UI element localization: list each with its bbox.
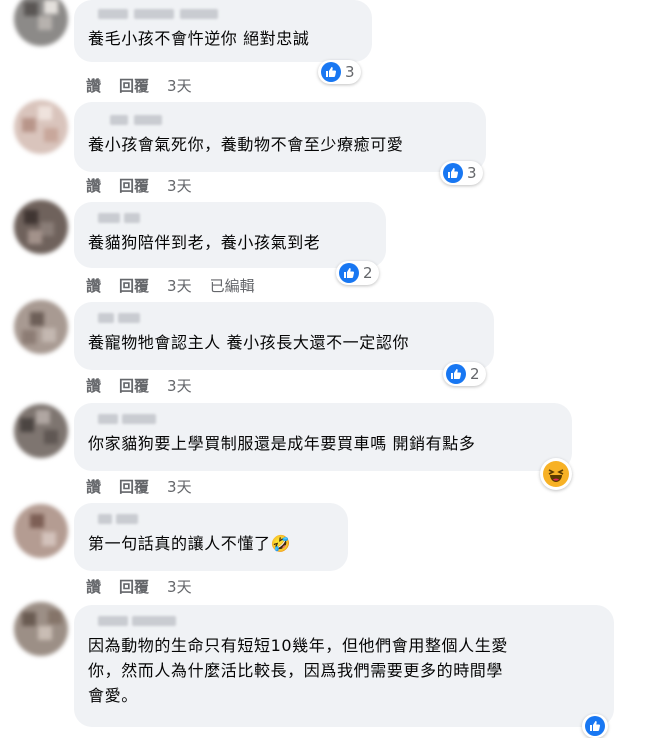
timestamp[interactable]: 3天: [167, 375, 192, 396]
avatar[interactable]: [14, 200, 68, 254]
timestamp[interactable]: 3天: [167, 576, 192, 597]
commenter-name[interactable]: [88, 112, 472, 128]
like-icon: [443, 163, 463, 183]
reaction-count[interactable]: [540, 458, 572, 490]
reply-button[interactable]: 回覆: [119, 576, 149, 597]
like-icon: [446, 364, 466, 384]
commenter-name[interactable]: [88, 210, 372, 226]
like-button[interactable]: 讚: [86, 75, 101, 96]
commenter-name[interactable]: [88, 6, 358, 22]
like-icon: [585, 716, 605, 736]
avatar[interactable]: [14, 300, 68, 354]
commenter-name[interactable]: [88, 310, 480, 326]
comment-text: 你家貓狗要上學買制服還是成年要買車嗎 開銷有點多: [88, 434, 476, 453]
avatar[interactable]: [14, 504, 68, 558]
comment-actions: 讚 回覆 3天: [86, 576, 210, 597]
comment-text: 因為動物的生命只有短短10幾年，但他們會用整個人生愛 你，然而人為什麼活比較長，…: [88, 636, 508, 705]
comment-actions: 讚 回覆 3天: [86, 175, 210, 196]
reaction-count[interactable]: [582, 714, 608, 738]
reaction-number: 3: [345, 63, 355, 81]
haha-icon: [543, 461, 569, 487]
reply-button[interactable]: 回覆: [119, 75, 149, 96]
reply-button[interactable]: 回覆: [119, 275, 149, 296]
timestamp[interactable]: 3天: [167, 75, 192, 96]
comment-actions: 讚 回覆 3天: [86, 476, 210, 497]
like-icon: [339, 263, 359, 283]
like-button[interactable]: 讚: [86, 275, 101, 296]
comment-text: 養寵物牠會認主人 養小孩長大還不一定認你: [88, 333, 410, 352]
like-button[interactable]: 讚: [86, 175, 101, 196]
edited-label[interactable]: 已編輯: [210, 275, 255, 296]
timestamp[interactable]: 3天: [167, 175, 192, 196]
comment-bubble: 養貓狗陪伴到老，養小孩氣到老: [74, 202, 386, 268]
comment-bubble: 養小孩會氣死你，養動物不會至少療癒可愛: [74, 102, 486, 172]
like-icon: [321, 62, 341, 82]
avatar[interactable]: [14, 100, 68, 154]
reaction-count[interactable]: 2: [443, 362, 486, 386]
comment-text: 養毛小孩不會忤逆你 絕對忠誠: [88, 29, 310, 48]
reaction-count[interactable]: 3: [318, 60, 361, 84]
avatar[interactable]: [14, 404, 68, 458]
reply-button[interactable]: 回覆: [119, 476, 149, 497]
avatar[interactable]: [14, 0, 68, 46]
comment-bubble: 因為動物的生命只有短短10幾年，但他們會用整個人生愛 你，然而人為什麼活比較長，…: [74, 605, 614, 727]
comment-text: 養小孩會氣死你，養動物不會至少療癒可愛: [88, 135, 404, 154]
like-button[interactable]: 讚: [86, 476, 101, 497]
commenter-name[interactable]: [88, 613, 600, 629]
comment-bubble: 你家貓狗要上學買制服還是成年要買車嗎 開銷有點多: [74, 403, 572, 471]
comment-actions: 讚 回覆 3天 已編輯: [86, 275, 273, 296]
commenter-name[interactable]: [88, 511, 334, 527]
timestamp[interactable]: 3天: [167, 275, 192, 296]
comment-text: 第一句話真的讓人不懂了🤣: [88, 534, 292, 553]
comment-actions: 讚 回覆 3天: [86, 375, 210, 396]
commenter-name[interactable]: [88, 411, 558, 427]
reaction-number: 2: [363, 264, 373, 282]
like-button[interactable]: 讚: [86, 375, 101, 396]
reply-button[interactable]: 回覆: [119, 175, 149, 196]
comment-bubble: 第一句話真的讓人不懂了🤣: [74, 503, 348, 571]
like-button[interactable]: 讚: [86, 576, 101, 597]
reaction-count[interactable]: 2: [336, 261, 379, 285]
reaction-count[interactable]: 3: [440, 161, 483, 185]
comment-bubble: 養毛小孩不會忤逆你 絕對忠誠: [74, 0, 372, 62]
timestamp[interactable]: 3天: [167, 476, 192, 497]
reaction-number: 2: [470, 365, 480, 383]
reply-button[interactable]: 回覆: [119, 375, 149, 396]
comment-text: 養貓狗陪伴到老，養小孩氣到老: [88, 233, 321, 252]
comment-actions: 讚 回覆 3天: [86, 75, 210, 96]
avatar[interactable]: [14, 602, 68, 656]
comment-bubble: 養寵物牠會認主人 養小孩長大還不一定認你: [74, 302, 494, 370]
reaction-number: 3: [467, 164, 477, 182]
